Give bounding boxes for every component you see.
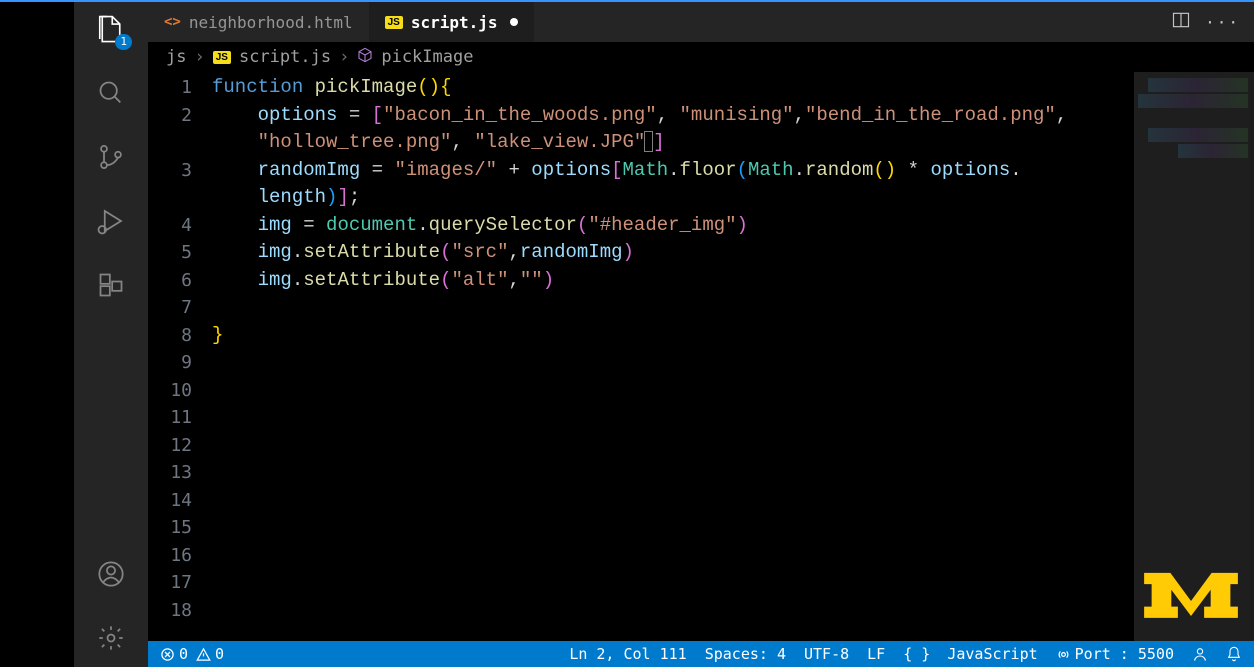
- chevron-right-icon: ›: [339, 47, 349, 67]
- tab-label: script.js: [411, 13, 498, 32]
- tab-bar: <> neighborhood.html JS script.js ···: [148, 2, 1254, 42]
- split-editor-icon[interactable]: [1171, 10, 1191, 34]
- html-lang-icon: <>: [164, 14, 181, 30]
- symbol-method-icon: [357, 47, 373, 68]
- tab-label: neighborhood.html: [189, 13, 353, 32]
- chevron-right-icon: ›: [194, 47, 204, 67]
- status-live-server-port[interactable]: Port : 5500: [1056, 645, 1174, 663]
- minimap[interactable]: [1134, 72, 1254, 641]
- dirty-indicator-icon: [510, 18, 518, 26]
- status-language[interactable]: { } JavaScript: [903, 645, 1037, 663]
- breadcrumb-folder[interactable]: js: [166, 47, 186, 67]
- status-errors[interactable]: 0: [160, 645, 188, 663]
- tab-actions: ···: [1171, 2, 1254, 42]
- editor-main: <> neighborhood.html JS script.js ··· js…: [148, 2, 1254, 667]
- activity-bar: 1: [74, 2, 148, 667]
- run-debug-icon[interactable]: [96, 206, 126, 236]
- js-lang-icon: JS: [213, 51, 231, 64]
- status-bar: 0 0 Ln 2, Col 111 Spaces: 4 UTF-8 LF { }…: [148, 641, 1254, 667]
- explorer-badge: 1: [115, 34, 132, 50]
- line-numbers: 12 3 456789101112131415161718: [148, 72, 204, 641]
- breadcrumb-symbol[interactable]: pickImage: [381, 47, 473, 67]
- explorer-icon[interactable]: 1: [96, 14, 126, 44]
- status-encoding[interactable]: UTF-8: [804, 645, 849, 663]
- breadcrumb-file[interactable]: script.js: [239, 47, 331, 67]
- tab-neighborhood-html[interactable]: <> neighborhood.html: [148, 2, 369, 42]
- source-control-icon[interactable]: [96, 142, 126, 172]
- braces-icon: { }: [903, 645, 930, 663]
- code-area[interactable]: function pickImage(){ options = ["bacon_…: [204, 72, 1134, 641]
- tab-script-js[interactable]: JS script.js: [369, 2, 534, 42]
- breadcrumbs[interactable]: js › JS script.js › pickImage: [148, 42, 1254, 72]
- status-notifications-icon[interactable]: [1226, 646, 1242, 662]
- accounts-icon[interactable]: [96, 559, 126, 589]
- search-icon[interactable]: [96, 78, 126, 108]
- outer-left-padding: [0, 2, 74, 667]
- status-feedback-icon[interactable]: [1192, 646, 1208, 662]
- editor[interactable]: 12 3 456789101112131415161718 function p…: [148, 72, 1254, 641]
- michigan-m-logo-icon: [1144, 571, 1238, 631]
- status-warnings[interactable]: 0: [196, 645, 224, 663]
- more-actions-icon[interactable]: ···: [1205, 13, 1240, 32]
- settings-gear-icon[interactable]: [96, 623, 126, 653]
- extensions-icon[interactable]: [96, 270, 126, 300]
- status-eol[interactable]: LF: [867, 645, 885, 663]
- status-indentation[interactable]: Spaces: 4: [705, 645, 786, 663]
- js-lang-icon: JS: [385, 16, 403, 29]
- status-cursor-position[interactable]: Ln 2, Col 111: [569, 645, 686, 663]
